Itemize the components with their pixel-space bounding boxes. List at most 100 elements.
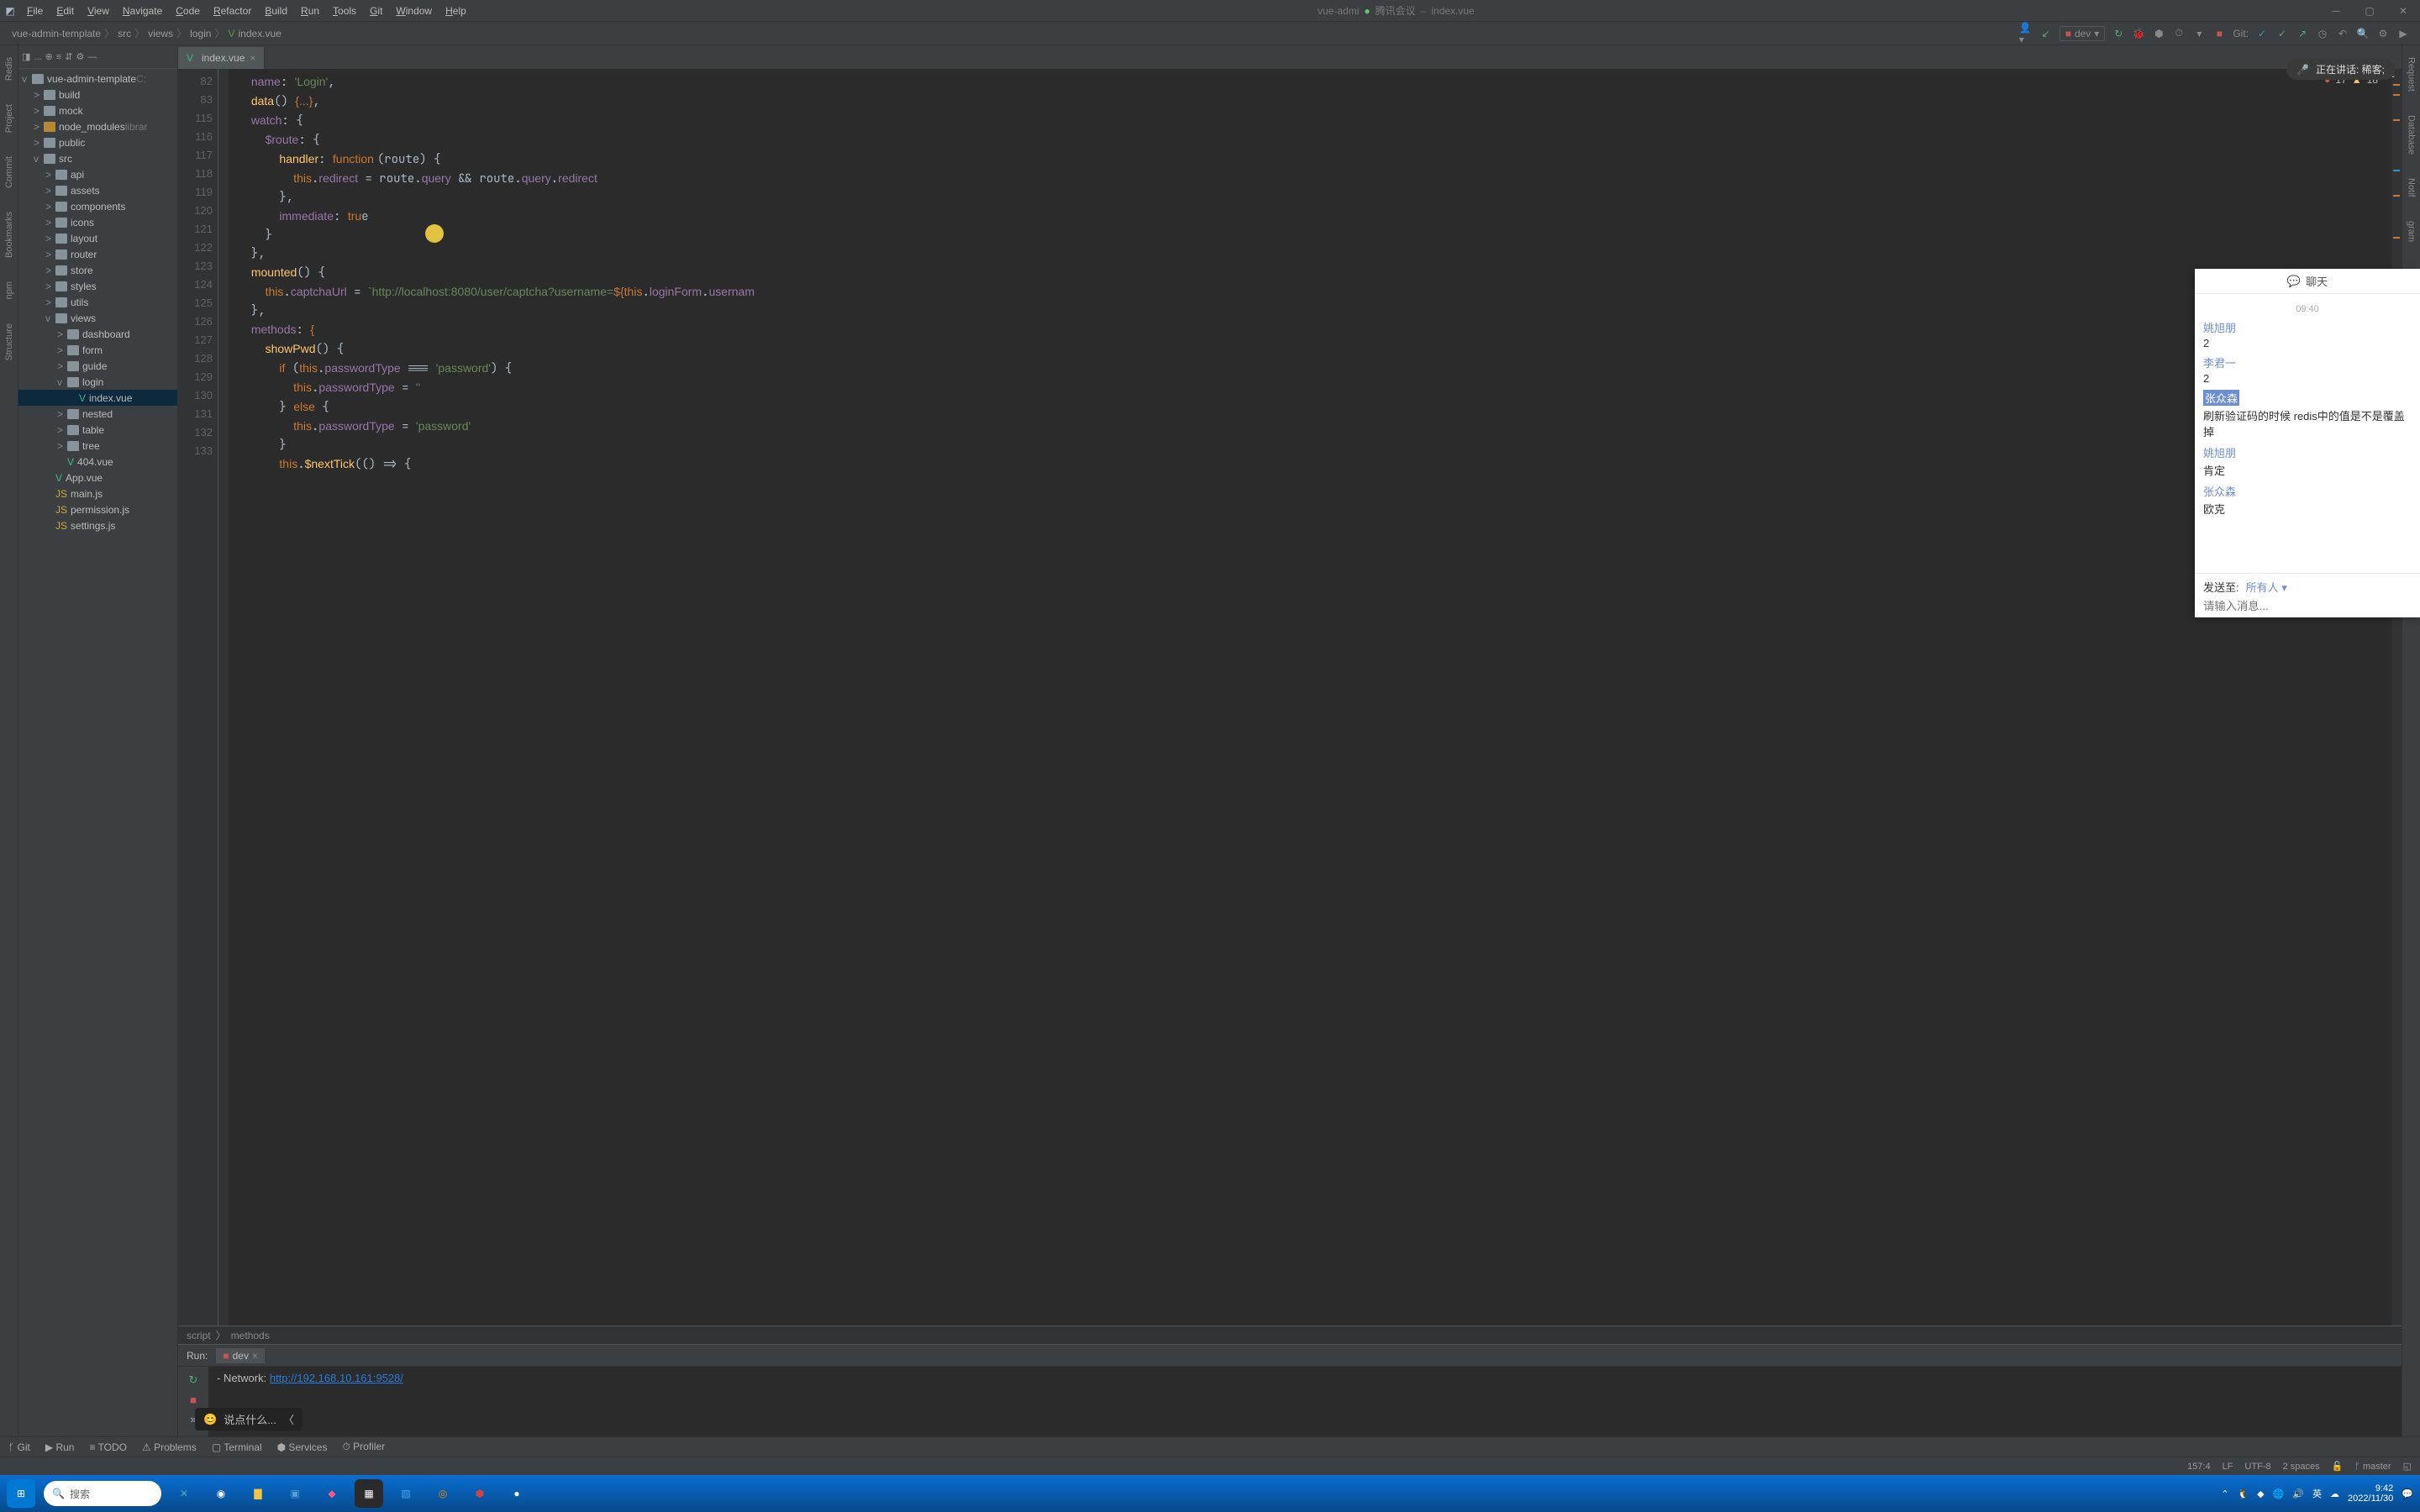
tool-notif[interactable]: Notif: [2407, 175, 2417, 201]
app-icon[interactable]: ◎: [429, 1479, 457, 1508]
minimize-button[interactable]: ─: [2319, 0, 2353, 22]
menu-build[interactable]: Build: [258, 5, 294, 17]
editor-breadcrumb[interactable]: script〉methods: [178, 1326, 2402, 1344]
chat-user[interactable]: 姚旭朋: [2203, 319, 2412, 335]
cursor-position[interactable]: 157:4: [2187, 1462, 2211, 1472]
menu-file[interactable]: File: [20, 5, 50, 17]
close-tab-icon[interactable]: ×: [250, 52, 255, 64]
tool-request[interactable]: Request: [2407, 54, 2417, 95]
menu-window[interactable]: Window: [389, 5, 439, 17]
tree-item[interactable]: >layout: [18, 230, 177, 246]
sort-icon[interactable]: ≡: [56, 52, 61, 62]
tree-item[interactable]: >tree: [18, 438, 177, 454]
target-icon[interactable]: ⊕: [45, 51, 53, 62]
user-icon[interactable]: 👤▾: [2019, 27, 2033, 40]
vscode-icon[interactable]: ✕: [170, 1479, 198, 1508]
tree-item[interactable]: VApp.vue: [18, 470, 177, 486]
maximize-button[interactable]: ▢: [2353, 0, 2386, 22]
tray-icon[interactable]: ☁: [2330, 1488, 2339, 1499]
tree-item[interactable]: vlogin: [18, 374, 177, 390]
chat-input[interactable]: [2203, 600, 2412, 612]
indent[interactable]: 2 spaces: [2283, 1462, 2320, 1472]
run-config-selector[interactable]: ■dev▾: [2060, 26, 2106, 41]
tool-tab-terminal[interactable]: ▢ Terminal: [212, 1441, 262, 1453]
back-icon[interactable]: ↙: [2039, 27, 2053, 40]
tool-tab-profiler[interactable]: ⏱ Profiler: [342, 1441, 385, 1453]
tool-database[interactable]: Database: [2407, 112, 2417, 158]
menu-navigate[interactable]: Navigate: [116, 5, 169, 17]
tool-tab-todo[interactable]: ≡ TODO: [89, 1441, 127, 1453]
stop-icon[interactable]: ■: [2212, 27, 2226, 40]
debug-icon[interactable]: 🐞: [2132, 27, 2145, 40]
chat-messages[interactable]: 09:40姚旭朋2李君一2张众森刷新验证码的时候 redis中的值是不是覆盖掉姚…: [2195, 294, 2420, 573]
crumb[interactable]: Vindex.vue: [225, 28, 285, 39]
tree-item[interactable]: >router: [18, 246, 177, 262]
tool-tab-git[interactable]: ᚶ Git: [8, 1441, 30, 1453]
chat-user[interactable]: 姚旭朋: [2203, 444, 2412, 460]
hide-icon[interactable]: —: [87, 52, 97, 62]
tree-item[interactable]: >build: [18, 87, 177, 102]
tree-item[interactable]: >guide: [18, 358, 177, 374]
gear-icon[interactable]: ⚙: [76, 51, 84, 62]
commit-icon[interactable]: ✓: [2275, 27, 2289, 40]
fold-strip[interactable]: [218, 69, 229, 1326]
crumb[interactable]: login: [187, 28, 214, 39]
tree-root[interactable]: vvue-admin-template C:: [18, 71, 177, 87]
tree-item[interactable]: >mock: [18, 102, 177, 118]
app-icon[interactable]: ●: [502, 1479, 531, 1508]
system-tray[interactable]: ⌃ 🐧 ◆ 🌐 🔊 英 ☁ 9:42 2022/11/30 💬: [2221, 1483, 2413, 1504]
tree-item[interactable]: JSsettings.js: [18, 517, 177, 533]
tool-redis[interactable]: Redis: [4, 54, 14, 84]
app-icon[interactable]: ⬢: [466, 1479, 494, 1508]
tree-item[interactable]: V404.vue: [18, 454, 177, 470]
pull-icon[interactable]: ✓: [2255, 27, 2269, 40]
app-icon[interactable]: ◆: [318, 1479, 346, 1508]
tree-item[interactable]: >utils: [18, 294, 177, 310]
tree-item[interactable]: >node_modules librar: [18, 118, 177, 134]
tree-item[interactable]: >store: [18, 262, 177, 278]
run-anything-icon[interactable]: ▶: [2396, 27, 2410, 40]
chat-user[interactable]: 张众森: [2203, 390, 2239, 406]
tool-tab-run[interactable]: ▶ Run: [45, 1441, 75, 1453]
run-config-tab[interactable]: ■dev×: [216, 1348, 265, 1363]
menu-git[interactable]: Git: [363, 5, 389, 17]
rollback-icon[interactable]: ↶: [2336, 27, 2349, 40]
tree-item[interactable]: >icons: [18, 214, 177, 230]
tool-gram[interactable]: gram: [2407, 218, 2417, 245]
ime-indicator[interactable]: 英: [2312, 1487, 2322, 1500]
say-something[interactable]: 😊 说点什么... 〈: [195, 1408, 302, 1431]
editor[interactable]: ●17 ▲18 ˆˇ 82831151161171181191201211221…: [178, 69, 2402, 1326]
network-url[interactable]: http://192.168.10.161:9528/: [270, 1372, 403, 1384]
menu-edit[interactable]: Edit: [50, 5, 81, 17]
tree-item[interactable]: >form: [18, 342, 177, 358]
penguin-icon[interactable]: 🐧: [2237, 1488, 2249, 1499]
menu-code[interactable]: Code: [169, 5, 207, 17]
tray-icon[interactable]: ◆: [2257, 1488, 2264, 1499]
settings-icon[interactable]: ⚙: [2376, 27, 2390, 40]
tree-item[interactable]: vsrc: [18, 150, 177, 166]
clock[interactable]: 9:42 2022/11/30: [2348, 1483, 2393, 1504]
menu-help[interactable]: Help: [439, 5, 473, 17]
close-button[interactable]: ✕: [2386, 0, 2420, 22]
taskbar-search[interactable]: 🔍 搜索: [44, 1481, 161, 1506]
tree-item[interactable]: >dashboard: [18, 326, 177, 342]
run-output[interactable]: - Network: http://192.168.10.161:9528/ 😊…: [208, 1367, 2402, 1436]
tool-project[interactable]: Project: [4, 101, 14, 136]
branch[interactable]: ᚶ master: [2354, 1462, 2391, 1472]
coverage-icon[interactable]: ⬢: [2152, 27, 2165, 40]
search-icon[interactable]: 🔍: [2356, 27, 2370, 40]
collapse-icon[interactable]: ⇵: [65, 51, 72, 62]
lock-icon[interactable]: 🔓: [2332, 1461, 2344, 1472]
breadcrumb[interactable]: vue-admin-template〉src〉views〉login〉Vinde…: [0, 26, 285, 40]
editor-tab[interactable]: V index.vue ×: [178, 47, 265, 69]
crumb[interactable]: views: [145, 28, 176, 39]
tool-bookmarks[interactable]: Bookmarks: [4, 208, 14, 261]
intellij-icon[interactable]: ▦: [355, 1479, 383, 1508]
more-icon[interactable]: ▾: [2192, 27, 2206, 40]
project-view-icon[interactable]: ◨: [22, 51, 30, 62]
crumb[interactable]: src: [114, 28, 134, 39]
tree-item[interactable]: vviews: [18, 310, 177, 326]
tree-item[interactable]: JSmain.js: [18, 486, 177, 501]
tree-item[interactable]: >components: [18, 198, 177, 214]
minimap[interactable]: [2391, 69, 2402, 1326]
